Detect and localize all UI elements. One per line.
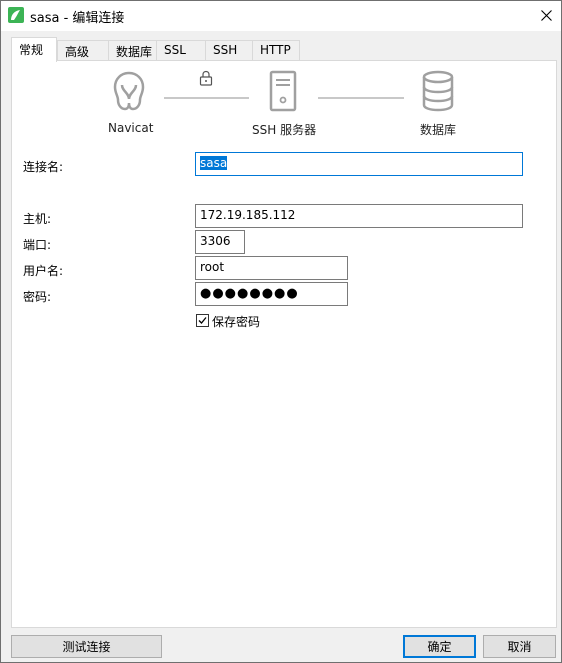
host-label: 主机:	[23, 212, 52, 226]
close-button[interactable]	[531, 1, 561, 29]
diagram-link-line	[164, 97, 249, 99]
cancel-button[interactable]: 取消	[483, 635, 556, 658]
connection-name-label: 连接名:	[23, 160, 64, 174]
test-connection-button[interactable]: 测试连接	[11, 635, 162, 658]
ok-button[interactable]: 确定	[403, 635, 476, 658]
tab-general[interactable]: 常规	[11, 37, 57, 62]
tab-http[interactable]: HTTP	[252, 40, 300, 61]
tab-ssh[interactable]: SSH	[205, 40, 253, 61]
diagram-server-label: SSH 服务器	[252, 123, 317, 137]
tab-database[interactable]: 数据库	[108, 40, 157, 61]
checkmark-icon	[198, 317, 207, 324]
port-label: 端口:	[23, 238, 52, 252]
diagram-link-line-2	[318, 97, 404, 99]
port-input[interactable]: 3306	[195, 230, 245, 254]
tab-advanced[interactable]: 高级	[57, 40, 109, 61]
window-title: sasa - 编辑连接	[30, 11, 125, 26]
dialog-window: sasa - 编辑连接 常规 高级 数据库 SSL SSH HTTP Navic…	[0, 0, 562, 663]
username-label: 用户名:	[23, 264, 64, 278]
database-icon	[422, 70, 454, 112]
password-input[interactable]: ●●●●●●●●	[195, 282, 348, 306]
username-input[interactable]: root	[195, 256, 348, 280]
save-password-checkbox[interactable]	[196, 314, 209, 327]
tab-ssl[interactable]: SSL	[156, 40, 206, 61]
general-panel: Navicat SSH 服务器 数据库 连接名: sasa 主机: 172.19…	[11, 60, 557, 628]
diagram-client-label: Navicat	[108, 121, 154, 135]
lock-icon	[199, 70, 213, 86]
close-icon	[540, 9, 552, 21]
title-bar: sasa - 编辑连接	[1, 1, 561, 31]
ssh-server-icon	[269, 70, 297, 112]
save-password-label[interactable]: 保存密码	[212, 313, 260, 330]
navicat-app-icon	[8, 7, 24, 23]
connection-name-input[interactable]: sasa	[195, 152, 523, 176]
host-input[interactable]: 172.19.185.112	[195, 204, 523, 228]
password-label: 密码:	[23, 290, 52, 304]
navicat-logo-icon	[113, 71, 145, 111]
diagram-database-label: 数据库	[420, 123, 457, 137]
